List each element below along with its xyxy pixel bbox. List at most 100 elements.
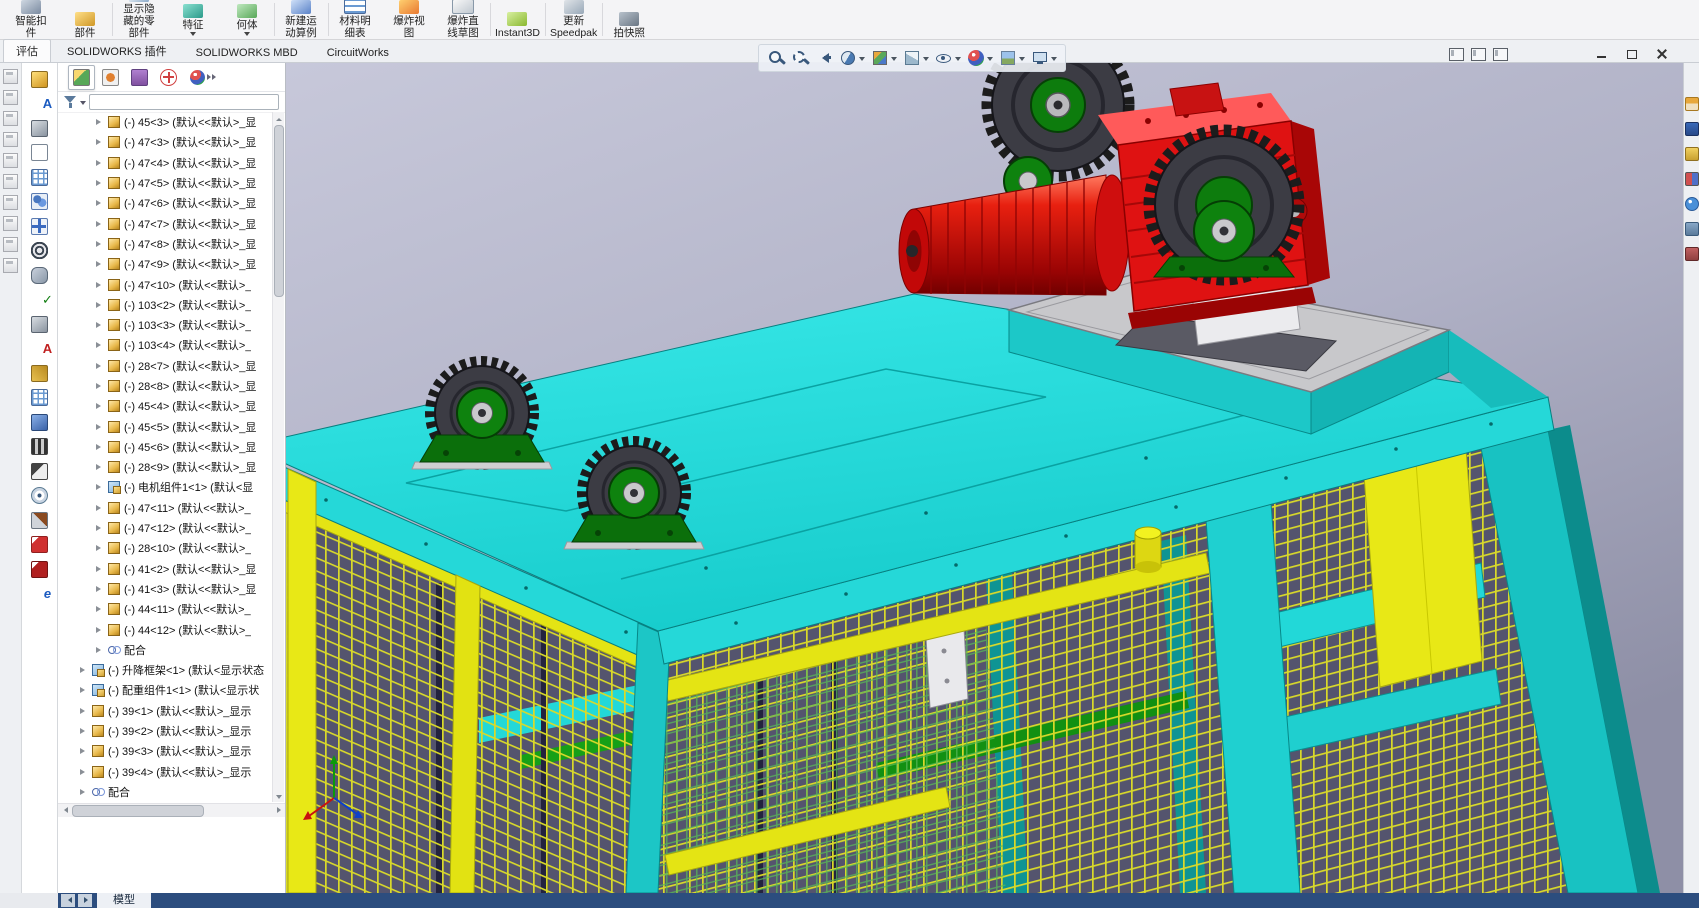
tree-item[interactable]: (-) 45<6> (默认<<默认>_显 [58,437,274,457]
expand-arrow-icon[interactable] [96,484,104,491]
dock-tool-icon-10[interactable] [3,258,18,273]
tree-item[interactable]: (-) 47<6> (默认<<默认>_显 [58,193,274,213]
mate-icon[interactable] [22,263,56,288]
close-button[interactable] [1654,47,1670,61]
tree-item[interactable]: (-) 47<4> (默认<<默认>_显 [58,153,274,173]
design-library-icon[interactable] [1684,122,1699,136]
ribbon-button[interactable]: 特征 [166,0,220,39]
expand-arrow-icon[interactable] [96,180,104,187]
tree-item[interactable]: (-) 41<2> (默认<<默认>_显 [58,559,274,579]
expand-arrow-icon[interactable] [96,606,104,613]
scroll-down-icon[interactable] [273,791,284,802]
measure-icon[interactable] [22,312,56,337]
dimxpertmanager-tab[interactable] [155,65,182,90]
tree-item[interactable]: (-) 103<3> (默认<<默认>_ [58,315,274,335]
expand-arrow-icon[interactable] [96,342,104,349]
animation-icon[interactable] [22,459,56,484]
view-3d-icon[interactable] [22,410,56,435]
move-component-icon[interactable] [22,214,56,239]
expand-arrow-icon[interactable] [80,768,88,775]
expand-arrow-icon[interactable] [96,322,104,329]
zoom-fit-icon[interactable] [765,48,787,68]
tree-item[interactable]: (-) 45<4> (默认<<默认>_显 [58,396,274,416]
tree-item[interactable]: (-) 28<8> (默认<<默认>_显 [58,376,274,396]
tab-scroll-right-icon[interactable] [78,894,92,907]
expand-arrow-icon[interactable] [96,261,104,268]
dock-tool-icon-6[interactable] [3,174,18,189]
expand-arrow-icon[interactable] [96,504,104,511]
tree-item[interactable]: (-) 44<12> (默认<<默认>_ [58,619,274,639]
expand-arrow-icon[interactable] [96,626,104,633]
expand-arrow-icon[interactable] [96,119,104,126]
tree-item[interactable]: (-) 升降框架<1> (默认<显示状态 [58,660,274,680]
rotate-component-icon[interactable] [22,239,56,264]
annotation-icon[interactable]: A [22,92,56,117]
expand-arrow-icon[interactable] [96,565,104,572]
tree-item[interactable]: (-) 电机组件1<1> (默认<显 [58,477,274,497]
featuremanager-tab[interactable] [68,64,95,90]
tree-item[interactable]: (-) 47<11> (默认<<默认>_ [58,498,274,518]
expand-arrow-icon[interactable] [96,545,104,552]
motion-study-icon[interactable] [22,435,56,460]
design-table-icon[interactable] [22,386,56,411]
reference-part-icon[interactable] [22,141,56,166]
display-style-icon[interactable] [901,48,931,68]
dock-tool-icon-7[interactable] [3,195,18,210]
ribbon-button[interactable]: 显示隐 藏的零 部件 [112,0,166,39]
tree-item[interactable]: (-) 39<2> (默认<<默认>_显示 [58,721,274,741]
tree-item[interactable]: (-) 47<9> (默认<<默认>_显 [58,254,274,274]
previous-view-icon[interactable] [813,48,835,68]
expand-arrow-icon[interactable] [96,240,104,247]
tree-item[interactable]: (-) 45<3> (默认<<默认>_显 [58,112,274,132]
dock-center-icon[interactable] [1471,48,1486,61]
tree-item[interactable]: (-) 28<7> (默认<<默认>_显 [58,356,274,376]
dock-tool-icon-2[interactable] [3,90,18,105]
expand-arrow-icon[interactable] [80,728,88,735]
tree-item[interactable]: (-) 47<3> (默认<<默认>_显 [58,132,274,152]
dock-tool-icon-5[interactable] [3,153,18,168]
tree-item[interactable]: (-) 47<5> (默认<<默认>_显 [58,173,274,193]
propertymanager-tab[interactable] [97,65,124,90]
commandmanager-tab[interactable]: 评估 [3,39,51,62]
model-tab[interactable]: 模型 [97,893,151,908]
tree-item[interactable]: (-) 47<12> (默认<<默认>_ [58,518,274,538]
task-home-icon[interactable] [1684,97,1699,111]
tree-filter-input[interactable] [89,94,279,110]
dock-tool-icon-1[interactable] [3,69,18,84]
dock-tool-icon-8[interactable] [3,216,18,231]
tree-item[interactable]: (-) 44<11> (默认<<默认>_ [58,599,274,619]
bom-icon[interactable] [22,165,56,190]
expand-arrow-icon[interactable] [80,788,88,795]
expand-arrow-icon[interactable] [80,687,88,694]
tree-item[interactable]: (-) 45<5> (默认<<默认>_显 [58,416,274,436]
tree-item[interactable]: (-) 41<3> (默认<<默认>_显 [58,579,274,599]
tree-item[interactable]: (-) 39<1> (默认<<默认>_显示 [58,701,274,721]
tree-vertical-scrollbar[interactable] [272,112,284,802]
scenes-icon[interactable] [1684,222,1699,236]
filter-funnel-icon[interactable] [64,95,77,109]
expand-arrow-icon[interactable] [96,362,104,369]
ribbon-button[interactable]: 爆炸视 图 [382,0,436,39]
expand-arrow-icon[interactable] [96,525,104,532]
dock-tool-icon-4[interactable] [3,132,18,147]
tree-item[interactable]: (-) 103<2> (默认<<默认>_ [58,295,274,315]
expand-arrow-icon[interactable] [96,139,104,146]
ribbon-button[interactable]: 新建运 动算例 [274,0,329,39]
tree-item[interactable]: (-) 配重组件1<1> (默认<显示状 [58,680,274,700]
zoom-area-icon[interactable] [789,48,811,68]
expand-arrow-icon[interactable] [96,585,104,592]
dock-left-icon[interactable] [1449,48,1464,61]
commandmanager-tab[interactable]: SOLIDWORKS 插件 [54,39,180,62]
expand-arrow-icon[interactable] [80,667,88,674]
ribbon-button[interactable]: 拍快照 [602,0,656,39]
expand-arrow-icon[interactable] [96,423,104,430]
publish-icon[interactable] [22,557,56,582]
expand-arrow-icon[interactable] [96,301,104,308]
view-orientation-icon[interactable] [869,48,899,68]
tree-item[interactable]: (-) 28<9> (默认<<默认>_显 [58,457,274,477]
save-pdf-icon[interactable] [22,533,56,558]
ribbon-button[interactable]: 智能扣 件 [4,0,58,39]
minimize-button[interactable] [1594,47,1610,61]
expand-arrow-icon[interactable] [96,220,104,227]
insert-component-icon[interactable] [22,67,56,92]
